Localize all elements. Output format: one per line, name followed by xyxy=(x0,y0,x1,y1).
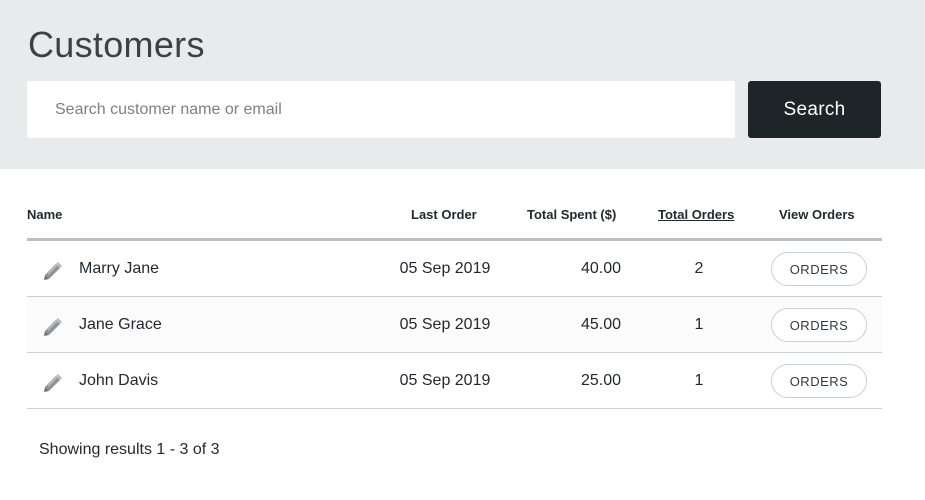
pencil-icon[interactable] xyxy=(41,370,65,394)
table-row: Jane Grace 05 Sep 2019 45.00 1 ORDERS xyxy=(27,297,882,353)
last-order-date: 05 Sep 2019 xyxy=(399,260,491,277)
table-row: John Davis 05 Sep 2019 25.00 1 ORDERS xyxy=(27,353,882,409)
total-orders: 2 xyxy=(694,260,704,277)
table-row: Marry Jane 05 Sep 2019 40.00 2 ORDERS xyxy=(27,241,882,297)
customer-name: Jane Grace xyxy=(79,316,162,333)
customers-header: Customers Search xyxy=(0,0,925,169)
column-header-total-spent: Total Spent ($) xyxy=(527,207,617,222)
customer-name: John Davis xyxy=(79,372,159,389)
search-input[interactable] xyxy=(27,81,735,138)
view-orders-button[interactable]: ORDERS xyxy=(771,364,867,398)
search-button[interactable]: Search xyxy=(748,81,881,138)
table-header: Name Last Order Total Spent ($) Total Or… xyxy=(27,195,882,241)
total-orders: 1 xyxy=(694,316,704,333)
column-header-last-order: Last Order xyxy=(411,207,477,222)
total-spent: 45.00 xyxy=(580,316,621,333)
column-header-name: Name xyxy=(27,207,63,222)
view-orders-button[interactable]: ORDERS xyxy=(771,308,867,342)
total-spent: 40.00 xyxy=(580,260,621,277)
pencil-icon[interactable] xyxy=(41,314,65,338)
column-header-view-orders: View Orders xyxy=(779,207,855,222)
page-title: Customers xyxy=(28,24,205,65)
results-summary: Showing results 1 - 3 of 3 xyxy=(39,441,220,458)
total-orders: 1 xyxy=(694,372,704,389)
last-order-date: 05 Sep 2019 xyxy=(399,372,491,389)
pencil-icon[interactable] xyxy=(41,258,65,282)
customers-table: Name Last Order Total Spent ($) Total Or… xyxy=(27,195,882,409)
view-orders-button[interactable]: ORDERS xyxy=(771,252,867,286)
column-header-total-orders[interactable]: Total Orders xyxy=(658,207,734,222)
customer-name: Marry Jane xyxy=(79,260,160,277)
last-order-date: 05 Sep 2019 xyxy=(399,316,491,333)
total-spent: 25.00 xyxy=(580,372,621,389)
